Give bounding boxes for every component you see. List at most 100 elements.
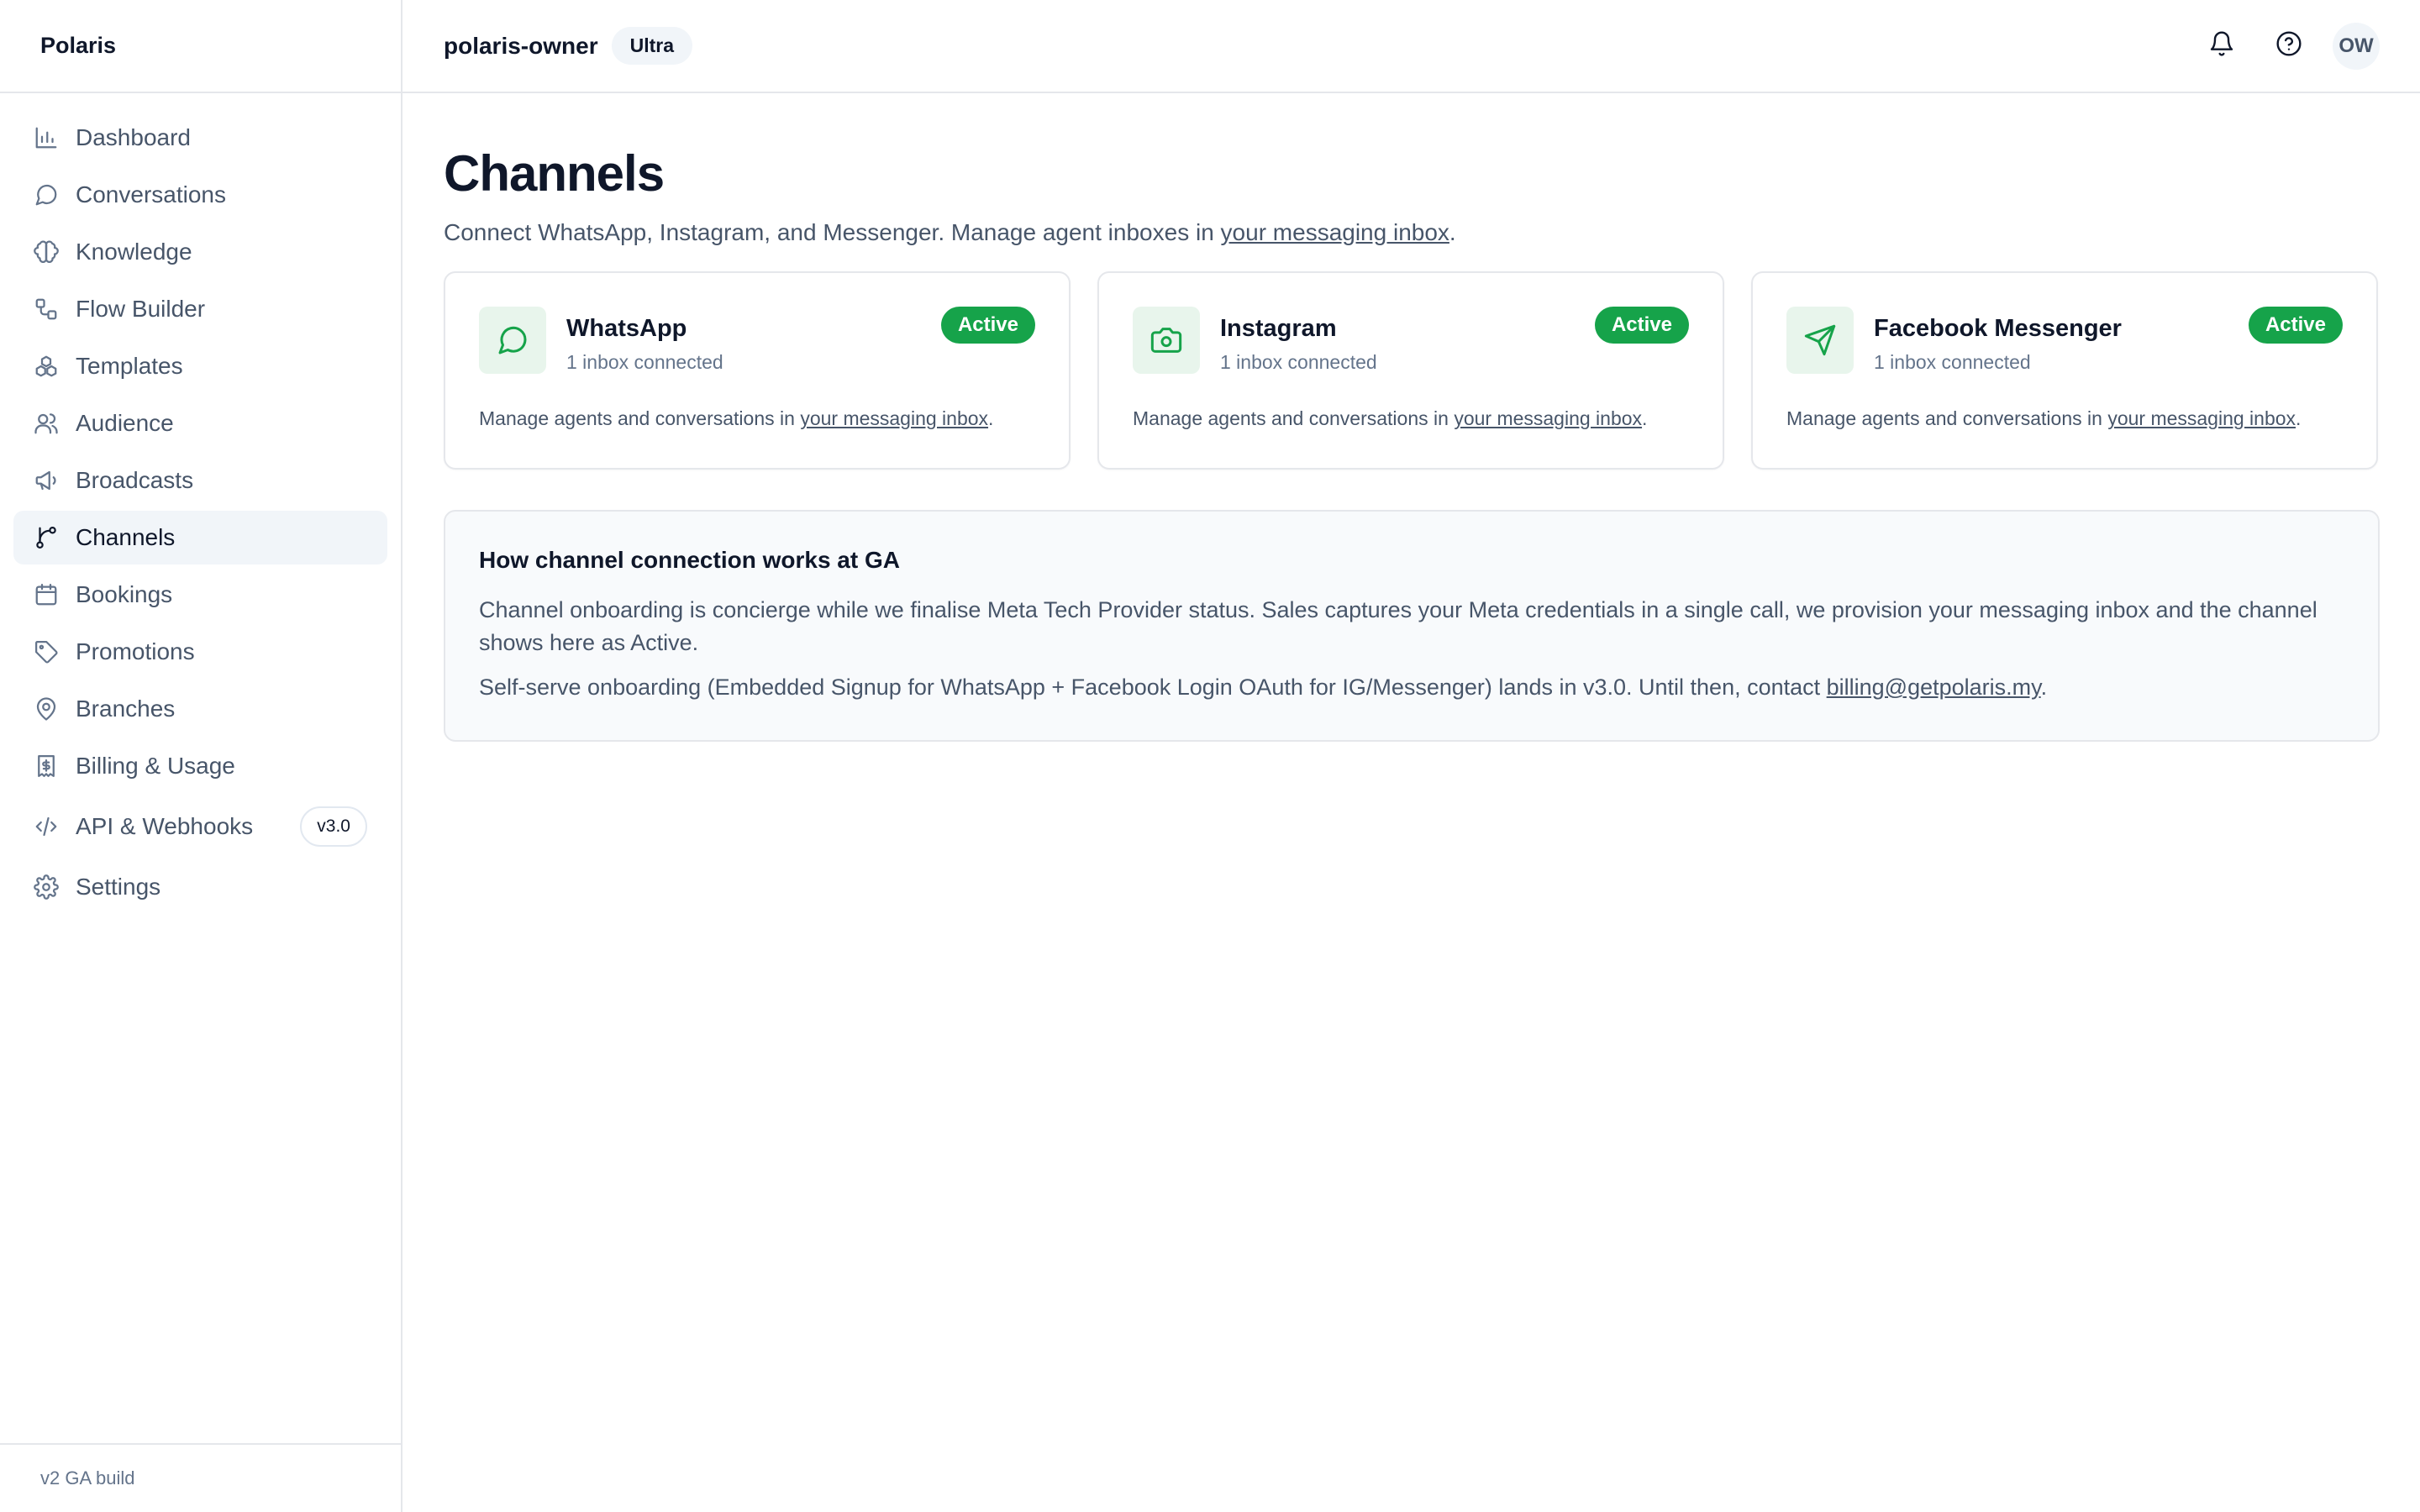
card-footer-suffix: .: [1642, 407, 1648, 429]
sidebar-item-label: Knowledge: [76, 239, 192, 265]
send-icon: [1786, 307, 1854, 374]
build-version: v2 GA build: [0, 1443, 401, 1512]
messaging-inbox-link[interactable]: your messaging inbox: [1221, 219, 1449, 245]
whatsapp-chat-icon: [479, 307, 546, 374]
sidebar-item-label: Settings: [76, 874, 161, 900]
boxes-icon: [34, 354, 59, 379]
users-icon: [34, 411, 59, 436]
sidebar-nav: Dashboard Conversations Knowledge Flow B…: [0, 111, 401, 914]
gear-icon: [34, 874, 59, 900]
sidebar-item-templates[interactable]: Templates: [13, 339, 387, 393]
inbox-count: 1 inbox connected: [566, 351, 723, 373]
top-bar: polaris-owner Ultra OW: [402, 0, 2420, 93]
sidebar-item-label: Promotions: [76, 638, 195, 664]
channel-name: WhatsApp: [566, 315, 687, 342]
status-badge: Active: [1594, 307, 1689, 344]
main-content: Channels Connect WhatsApp, Instagram, an…: [444, 93, 2380, 742]
info-panel: How channel connection works at GA Chann…: [444, 510, 2380, 742]
version-badge: v3.0: [300, 806, 367, 847]
sidebar: Polaris Dashboard Conversations Knowledg…: [0, 0, 402, 1512]
sidebar-item-label: Channels: [76, 524, 176, 550]
sidebar-item-audience[interactable]: Audience: [13, 396, 387, 450]
bar-chart-icon: [34, 125, 59, 150]
workflow-icon: [34, 297, 59, 322]
card-footer: Manage agents and conversations in your …: [479, 407, 1035, 430]
info-contact-text: Self-serve onboarding (Embedded Signup f…: [479, 675, 1827, 700]
channel-name: Facebook Messenger: [1874, 315, 2122, 342]
map-pin-icon: [34, 696, 59, 722]
subtitle-suffix: .: [1449, 219, 1456, 245]
info-title: How channel connection works at GA: [479, 547, 900, 573]
code-icon: [34, 814, 59, 839]
sidebar-item-label: Billing & Usage: [76, 753, 235, 779]
sidebar-item-api-webhooks[interactable]: API & Webhooks v3.0: [13, 796, 387, 857]
card-titles: Facebook Messenger 1 inbox connected: [1874, 315, 2122, 374]
channel-card-instagram[interactable]: Instagram 1 inbox connected Active Manag…: [1097, 271, 1724, 470]
workspace-name[interactable]: polaris-owner: [444, 33, 598, 60]
card-footer-text: Manage agents and conversations in: [1133, 407, 1455, 429]
card-titles: Instagram 1 inbox connected: [1220, 315, 1377, 374]
sidebar-item-flow-builder[interactable]: Flow Builder: [13, 282, 387, 336]
sidebar-item-label: Bookings: [76, 581, 173, 607]
card-footer: Manage agents and conversations in your …: [1786, 407, 2343, 430]
status-badge: Active: [940, 307, 1035, 344]
tag-icon: [34, 639, 59, 664]
message-circle-icon: [34, 182, 59, 207]
subtitle-text: Connect WhatsApp, Instagram, and Messeng…: [444, 219, 1221, 245]
page-title: Channels: [444, 145, 665, 202]
channel-card-whatsapp[interactable]: WhatsApp 1 inbox connected Active Manage…: [444, 271, 1071, 470]
top-actions: OW: [2178, 22, 2380, 70]
sidebar-item-billing-usage[interactable]: Billing & Usage: [13, 739, 387, 793]
channel-cards: WhatsApp 1 inbox connected Active Manage…: [444, 271, 2380, 470]
messaging-inbox-link[interactable]: your messaging inbox: [2107, 407, 2296, 429]
card-footer-suffix: .: [988, 407, 994, 429]
messaging-inbox-link[interactable]: your messaging inbox: [800, 407, 988, 429]
help-button[interactable]: [2265, 23, 2312, 70]
sidebar-item-knowledge[interactable]: Knowledge: [13, 225, 387, 279]
card-footer-text: Manage agents and conversations in: [479, 407, 801, 429]
card-titles: WhatsApp 1 inbox connected: [566, 315, 723, 374]
brain-icon: [34, 239, 59, 265]
inbox-count: 1 inbox connected: [1874, 351, 2031, 373]
sidebar-item-channels[interactable]: Channels: [13, 511, 387, 564]
sidebar-item-label: API & Webhooks: [76, 813, 254, 839]
plan-badge: Ultra: [611, 27, 692, 65]
sidebar-item-conversations[interactable]: Conversations: [13, 168, 387, 222]
notifications-button[interactable]: [2198, 23, 2245, 70]
card-footer-text: Manage agents and conversations in: [1786, 407, 2108, 429]
camera-icon: [1133, 307, 1200, 374]
sidebar-item-label: Conversations: [76, 181, 226, 207]
receipt-icon: [34, 753, 59, 779]
billing-email-link[interactable]: billing@getpolaris.my: [1827, 675, 2041, 700]
page-subtitle: Connect WhatsApp, Instagram, and Messeng…: [444, 219, 2380, 246]
status-badge: Active: [2248, 307, 2343, 344]
channel-card-messenger[interactable]: Facebook Messenger 1 inbox connected Act…: [1751, 271, 2378, 470]
sidebar-item-label: Broadcasts: [76, 467, 194, 493]
sidebar-item-settings[interactable]: Settings: [13, 860, 387, 914]
git-branch-icon: [34, 525, 59, 550]
sidebar-item-label: Dashboard: [76, 124, 191, 150]
info-contact-suffix: .: [2040, 675, 2048, 700]
sidebar-item-dashboard[interactable]: Dashboard: [13, 111, 387, 165]
megaphone-icon: [34, 468, 59, 493]
card-footer-suffix: .: [2296, 407, 2302, 429]
info-paragraph: Channel onboarding is concierge while we…: [479, 597, 2317, 655]
sidebar-item-label: Audience: [76, 410, 174, 436]
sidebar-item-promotions[interactable]: Promotions: [13, 625, 387, 679]
sidebar-item-branches[interactable]: Branches: [13, 682, 387, 736]
brand-logo[interactable]: Polaris: [0, 0, 401, 93]
messaging-inbox-link[interactable]: your messaging inbox: [1454, 407, 1642, 429]
info-paragraph-contact: Self-serve onboarding (Embedded Signup f…: [479, 675, 2344, 701]
sidebar-item-label: Branches: [76, 696, 176, 722]
avatar[interactable]: OW: [2333, 22, 2380, 70]
sidebar-item-label: Templates: [76, 353, 183, 379]
help-circle-icon: [2275, 30, 2302, 61]
inbox-count: 1 inbox connected: [1220, 351, 1377, 373]
sidebar-item-bookings[interactable]: Bookings: [13, 568, 387, 622]
card-footer: Manage agents and conversations in your …: [1133, 407, 1689, 430]
sidebar-item-label: Flow Builder: [76, 296, 206, 322]
bell-icon: [2208, 30, 2235, 61]
channel-name: Instagram: [1220, 315, 1337, 342]
calendar-icon: [34, 582, 59, 607]
sidebar-item-broadcasts[interactable]: Broadcasts: [13, 454, 387, 507]
